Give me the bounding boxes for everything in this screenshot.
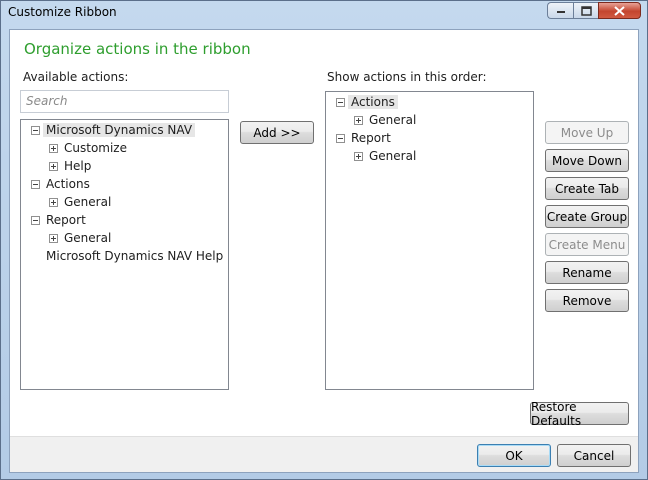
add-button[interactable]: Add >> [240, 121, 314, 144]
move-down-button[interactable]: Move Down [545, 149, 629, 172]
tree-item[interactable]: Help [49, 157, 91, 175]
expand-icon[interactable] [49, 143, 58, 153]
tree-item[interactable]: Report [31, 211, 86, 229]
tree-item[interactable]: Actions [31, 175, 90, 193]
order-label: Show actions in this order: [327, 70, 487, 84]
move-up-button[interactable]: Move Up [545, 121, 629, 144]
collapse-icon[interactable] [31, 215, 40, 225]
tree-item[interactable]: General [354, 111, 416, 129]
tree-item-label: General [64, 231, 112, 245]
create-tab-button[interactable]: Create Tab [545, 177, 629, 200]
cancel-button[interactable]: Cancel [557, 444, 631, 467]
tree-item-label: Customize [64, 141, 127, 155]
tree-item-label: Actions [46, 177, 90, 191]
expand-icon[interactable] [49, 233, 58, 243]
available-actions-label: Available actions: [23, 70, 129, 84]
rename-button[interactable]: Rename [545, 261, 629, 284]
ribbon-order-tree[interactable]: Actions General Report General [325, 91, 534, 390]
remove-button[interactable]: Remove [545, 289, 629, 312]
title-bar[interactable]: Customize Ribbon [1, 1, 647, 25]
tree-item[interactable]: Actions [336, 93, 398, 111]
create-menu-button[interactable]: Create Menu [545, 233, 629, 256]
tree-item-label: Report [46, 213, 86, 227]
search-input[interactable]: Search [20, 90, 229, 113]
tree-item[interactable]: General [49, 229, 111, 247]
create-group-button[interactable]: Create Group [545, 205, 629, 228]
tree-item[interactable]: General [49, 193, 111, 211]
collapse-icon[interactable] [31, 179, 40, 189]
minimize-button[interactable] [547, 2, 573, 19]
tree-item[interactable]: Microsoft Dynamics NAV Help [46, 247, 223, 265]
tree-item-label: General [369, 149, 417, 163]
tree-item-label: General [369, 113, 417, 127]
close-icon [614, 5, 625, 16]
tree-item-label: Actions [348, 95, 398, 109]
collapse-icon[interactable] [336, 133, 345, 143]
tree-item-label: Microsoft Dynamics NAV [43, 123, 196, 137]
minimize-icon [556, 10, 565, 13]
available-actions-tree[interactable]: Microsoft Dynamics NAV Customize Help Ac… [20, 119, 229, 390]
tree-item[interactable]: Customize [49, 139, 127, 157]
dialog-footer: OK Cancel [10, 436, 638, 472]
caption-buttons [547, 2, 641, 19]
maximize-button[interactable] [573, 2, 598, 19]
tree-item-label: Microsoft Dynamics NAV Help [46, 249, 224, 263]
tree-item-label: General [64, 195, 112, 209]
expand-icon[interactable] [49, 197, 58, 207]
restore-defaults-button[interactable]: Restore Defaults [530, 400, 629, 428]
expand-icon[interactable] [354, 115, 363, 125]
expand-icon[interactable] [49, 161, 58, 171]
tree-item[interactable]: General [354, 147, 416, 165]
close-button[interactable] [598, 2, 641, 19]
collapse-icon[interactable] [31, 125, 40, 135]
window-title: Customize Ribbon [8, 5, 117, 19]
maximize-icon [580, 5, 592, 16]
dialog-body: Organize actions in the ribbon Available… [9, 29, 639, 473]
ok-button[interactable]: OK [477, 444, 551, 467]
tree-item-label: Help [64, 159, 92, 173]
expand-icon[interactable] [354, 151, 363, 161]
tree-item[interactable]: Report [336, 129, 391, 147]
tree-item[interactable]: Microsoft Dynamics NAV [31, 121, 196, 139]
collapse-icon[interactable] [336, 97, 345, 107]
dialog-heading: Organize actions in the ribbon [24, 40, 251, 58]
tree-item-label: Report [351, 131, 391, 145]
customize-ribbon-dialog: Customize Ribbon Organize actions in the… [0, 0, 648, 480]
